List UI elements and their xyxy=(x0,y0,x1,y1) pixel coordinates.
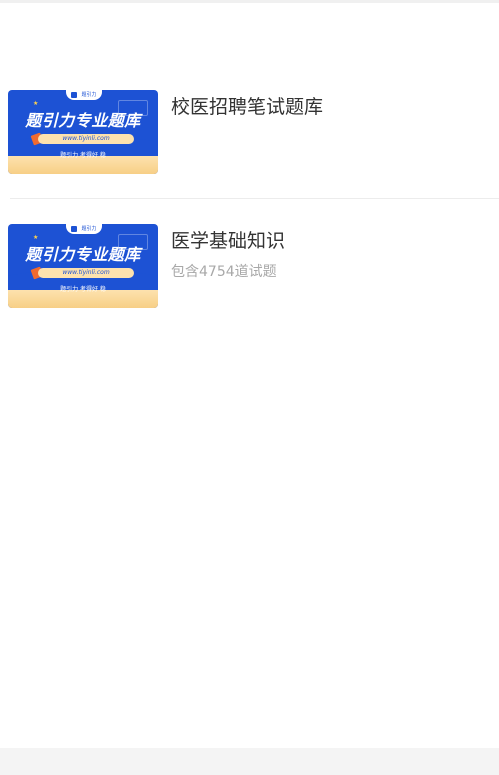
question-bank-list-page: 题引力 ★ 题引力专业题库 www.tiyinli.com 题引力 考得好 稳 … xyxy=(0,0,499,775)
item-thumbnail: 题引力 ★ 题引力专业题库 www.tiyinli.com 题引力 考得好 稳 xyxy=(8,90,158,174)
thumbnail-badge-text: 题引力 xyxy=(81,92,97,98)
item-title[interactable]: 校医招聘笔试题库 xyxy=(171,92,323,119)
item-question-count: 包含4754道试题 xyxy=(171,264,277,280)
bottom-bar xyxy=(0,748,499,775)
star-icon: ★ xyxy=(33,234,39,241)
thumbnail-url: www.tiyinli.com xyxy=(38,268,134,278)
thumbnail-slogan: 题引力 考得好 稳 xyxy=(60,286,106,293)
thumbnail-title: 题引力专业题库 xyxy=(25,245,141,264)
item-title[interactable]: 医学基础知识 xyxy=(171,226,285,253)
thumbnail-badge-text: 题引力 xyxy=(81,226,97,232)
logo-icon xyxy=(71,225,78,232)
list-item[interactable]: 题引力 ★ 题引力专业题库 www.tiyinli.com 题引力 考得好 稳 … xyxy=(0,224,499,308)
list-item[interactable]: 题引力 ★ 题引力专业题库 www.tiyinli.com 题引力 考得好 稳 … xyxy=(0,90,499,174)
item-thumbnail: 题引力 ★ 题引力专业题库 www.tiyinli.com 题引力 考得好 稳 xyxy=(8,224,158,308)
thumbnail-title: 题引力专业题库 xyxy=(25,111,141,130)
thumbnail-slogan: 题引力 考得好 稳 xyxy=(60,152,106,159)
thumbnail-badge: 题引力 xyxy=(66,224,102,234)
star-icon: ★ xyxy=(33,100,39,107)
list-divider xyxy=(10,198,499,199)
thumbnail-url: www.tiyinli.com xyxy=(38,134,134,144)
logo-icon xyxy=(71,91,78,98)
thumbnail-badge: 题引力 xyxy=(66,90,102,100)
top-divider xyxy=(0,0,499,3)
